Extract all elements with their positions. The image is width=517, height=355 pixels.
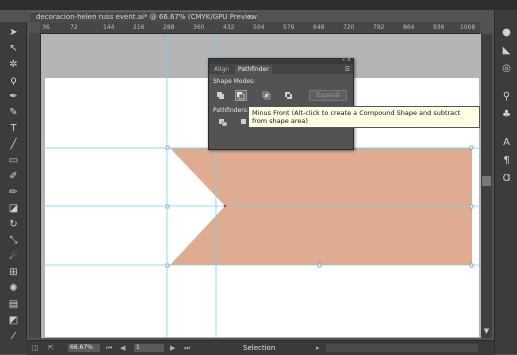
panel-menu-icon[interactable]: ☰ [345,65,350,74]
ruler-tick: 432 [223,24,235,31]
tab-pathfinder[interactable]: Pathfinder [235,65,272,74]
graph-tool-icon[interactable]: ▤ [7,298,20,311]
symbol-sprayer-tool-icon[interactable]: ✺ [7,282,20,295]
eyedropper-tool-icon[interactable]: ⁄ [7,330,20,343]
ruler-tick: 864 [403,24,415,31]
bounding-box-handle[interactable] [165,204,170,209]
shape-modes-label: Shape Modes: [213,78,256,85]
collapse-icon[interactable]: « [342,57,345,63]
character-panel-icon[interactable]: A [500,136,513,149]
paintbrush-tool-icon[interactable]: ✐ [7,170,20,183]
direct-selection-tool-icon[interactable]: ↖ [7,42,20,55]
exclude-icon [285,92,292,99]
color-guide-panel-icon[interactable]: ◣ [500,44,513,57]
pathfinders-label: Pathfinders: [213,107,249,114]
bounding-box-handle[interactable] [317,263,322,268]
vertical-scroll-thumb[interactable] [482,176,491,186]
tab-align[interactable]: Align [211,65,232,74]
type-tool-icon[interactable]: T [7,122,20,135]
paragraph-panel-icon[interactable]: ¶ [500,154,513,167]
ruler-tick: 288 [163,24,175,31]
ruler-tick: 36 [42,24,50,31]
vertical-scrollbar[interactable]: ▼ [481,34,492,338]
eraser-tool-icon[interactable]: ◪ [7,202,20,215]
line-tool-icon[interactable]: ╱ [7,138,20,151]
previous-artboard-icon[interactable]: ◀ [120,343,125,353]
panel-dock: ● ◣ ◎ ⚲ ♣ A ¶ Ɑ [494,10,517,354]
intersect-icon [262,91,271,100]
zoom-level-field[interactable]: 66.67% [68,344,100,352]
last-artboard-icon[interactable]: ⏭ [184,343,190,353]
artboard-navigator-icon[interactable]: ◫ [32,343,39,353]
warp-tool-icon[interactable]: ☄ [7,250,20,263]
unite-icon [217,92,224,99]
open-document-icon[interactable]: ⇱ [48,343,54,353]
symbols-panel-icon[interactable]: ♣ [500,108,513,121]
first-artboard-icon[interactable]: ⏮ [106,343,112,353]
ruler-tick: 720 [343,24,355,31]
rotate-tool-icon[interactable]: ↻ [7,218,20,231]
tab-close-icon[interactable]: × [247,12,253,22]
lasso-tool-icon[interactable]: ϙ [7,74,20,87]
unite-button[interactable] [215,90,227,101]
divide-button[interactable] [217,117,229,128]
brushes-panel-icon[interactable]: ⚲ [500,90,513,103]
divide-icon [219,119,228,127]
ruler-tick: 72 [70,24,78,31]
magic-wand-tool-icon[interactable]: ✲ [7,58,20,71]
status-menu-arrow-icon[interactable]: ▸ [316,343,320,353]
status-bar: ◫ ⇱ 66.67% ⏮ ◀ 1 ▶ ⏭ Selection ▸ [26,340,494,355]
ruler-tick: 792 [373,24,385,31]
bounding-box-handle[interactable] [469,145,474,150]
ruler-tick: 504 [253,24,265,31]
ruler-tick: 1008 [460,24,476,31]
ruler-tick: 216 [133,24,145,31]
anchor-point[interactable] [223,204,227,208]
artboard-number-field[interactable]: 1 [134,344,164,352]
status-label[interactable]: Selection [243,343,275,353]
panel-tab-bar: Align Pathfinder ☰ [209,64,353,74]
vertical-ruler [29,33,41,338]
scale-tool-icon[interactable]: ⤡ [7,234,20,247]
swatches-panel-icon[interactable]: ◎ [500,62,513,75]
ribbon-shape[interactable] [170,148,472,265]
ruler-tick: 144 [103,24,115,31]
fill-stroke-icon[interactable]: ◩ [7,314,20,327]
minus-front-icon [237,92,245,100]
ruler-tick: 648 [313,24,325,31]
horizontal-scrollbar[interactable] [326,344,478,352]
pathfinder-panel: « × Align Pathfinder ☰ Shape Modes: Expa… [208,57,354,150]
scroll-down-arrow-icon[interactable]: ▼ [482,326,491,336]
bounding-box-handle[interactable] [165,145,170,150]
rectangle-tool-icon[interactable]: ▭ [7,154,20,167]
next-artboard-icon[interactable]: ▶ [170,343,175,353]
document-tab[interactable]: decoracion-helen russ event.ai* @ 66.67%… [30,11,257,22]
curvature-tool-icon[interactable]: ✎ [7,106,20,119]
bounding-box-handle[interactable] [165,263,170,268]
free-transform-tool-icon[interactable]: ⊞ [7,266,20,279]
application-bar [0,0,517,10]
tools-panel: ➤ ↖ ✲ ϙ ✒ ✎ T ╱ ▭ ✐ ✏ ◪ ↻ ⤡ ☄ ⊞ ✺ ▤ ◩ ⁄ [0,22,27,354]
ruler-tick: 360 [193,24,205,31]
bounding-box-handle[interactable] [469,204,474,209]
expand-button[interactable]: Expand [309,90,347,101]
exclude-button[interactable] [283,90,295,101]
opentype-panel-icon[interactable]: Ɑ [500,172,513,185]
selection-tool-icon[interactable]: ➤ [7,26,20,39]
tooltip: Minus Front (Alt-click to create a Compo… [248,106,480,128]
document-title: decoracion-helen russ event.ai* @ 66.67%… [36,13,257,21]
pencil-tool-icon[interactable]: ✏ [7,186,20,199]
color-panel-icon[interactable]: ● [500,26,513,39]
pen-tool-icon[interactable]: ✒ [7,90,20,103]
ruler-tick: 936 [433,24,445,31]
close-icon[interactable]: × [347,57,351,63]
bounding-box-handle[interactable] [469,263,474,268]
horizontal-ruler: 36 72 144 216 288 360 432 504 576 648 72… [40,22,480,34]
minus-front-button[interactable] [235,90,247,101]
intersect-button[interactable] [261,90,273,101]
ruler-tick: 576 [283,24,295,31]
